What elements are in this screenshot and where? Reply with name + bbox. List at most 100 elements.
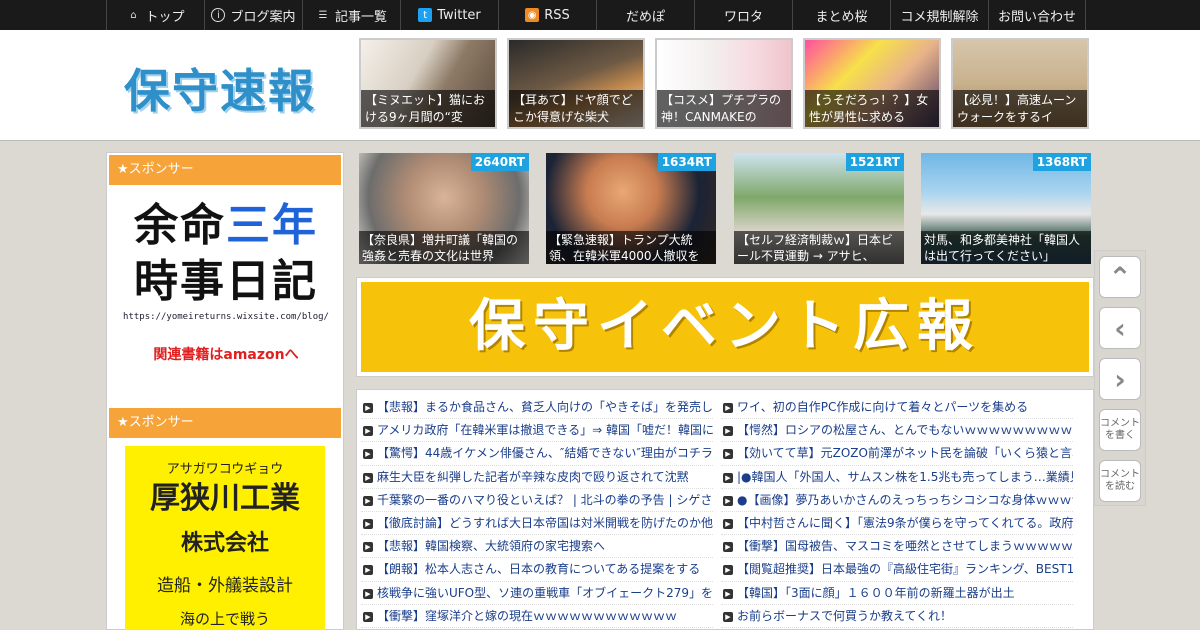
list-item-text: 【効いてて草】元ZOZO前澤がネット民を論破「いくら猿と言わ (737, 446, 1073, 461)
nav-label: 記事一覧 (334, 9, 387, 25)
chevron-right-icon: › (1114, 362, 1126, 396)
event-banner[interactable]: 保守イベント広報 (356, 277, 1094, 377)
list-item-text: 【悲報】韓国検察、大統領府の家宅捜索へ (377, 539, 606, 554)
list-item[interactable]: ▶ 【朗報】松本人志さん、日本の教育についてある提案をする (361, 558, 713, 582)
play-icon: ▶ (363, 518, 373, 529)
list-item[interactable]: ▶ 【悲報】韓国検察、大統領府の家宅捜索へ (361, 535, 713, 559)
play-icon: ▶ (723, 611, 733, 622)
thumb-caption: 【うそだろっ！？】女性が男性に求める (805, 90, 939, 127)
list-item[interactable]: ▶ 【愕然】ロシアの松屋さん、とんでもないｗｗｗｗｗｗｗｗｗ (721, 419, 1073, 443)
write-comment-button[interactable]: コメントを書く (1099, 409, 1141, 451)
list-item-text: 【韓国】「3面に顔」１６００年前の新羅土器が出土 (737, 585, 1015, 600)
list-item[interactable]: ▶ アメリカ政府「在韓米軍は撤退できる」⇒ 韓国「嘘だ！韓国に (361, 419, 713, 443)
rt-count-badge: 1368RT (1032, 153, 1091, 171)
ad-text: 余命 (134, 200, 226, 251)
rt-count-badge: 1634RT (657, 153, 716, 171)
nav-label: ワロタ (723, 9, 763, 25)
list-item-text: ワイ、初の自作PC作成に向けて着々とパーツを集める (737, 400, 1029, 414)
header-thumb[interactable]: 【必見！】高速ムーンウォークをするイ (951, 38, 1089, 129)
play-icon: ▶ (363, 565, 373, 576)
nav-label: Twitter (437, 7, 481, 23)
list-item[interactable]: ▶ |●韓国人「外国人、サムスン株を1.5兆も売ってしまう…業績見 (721, 466, 1073, 489)
nav-article-list[interactable]: ☰ 記事一覧 (302, 0, 400, 30)
list-item-text: 【中村哲さんに聞く】「憲法9条が僕らを守ってくれてる。政府 (737, 515, 1073, 530)
list-item-text: アメリカ政府「在韓米軍は撤退できる」⇒ 韓国「嘘だ！韓国に (377, 423, 713, 438)
nav-contact[interactable]: お問い合わせ (988, 0, 1086, 30)
play-icon: ▶ (363, 449, 373, 460)
nav-warota[interactable]: ワロタ (694, 0, 792, 30)
nav-comment-unblock[interactable]: コメ規制解除 (890, 0, 988, 30)
nav-rss[interactable]: ◉ RSS (498, 0, 596, 30)
list-item-text: ●【画像】夢乃あいかさんのえっちっちシコシコな身体ｗｗｗｗ (737, 492, 1073, 507)
list-item[interactable]: ▶ 【衝撃】国母被告、マスコミを唖然とさせてしまうｗｗｗｗｗｗ (721, 535, 1073, 559)
chevron-up-icon: ⌃ (1108, 260, 1132, 294)
play-icon: ▶ (723, 542, 733, 553)
read-comments-button[interactable]: コメントを読む (1099, 460, 1141, 502)
nav-top[interactable]: ⌂ トップ (106, 0, 204, 30)
list-item[interactable]: ▶ 【徹底討論】どうすれば大日本帝国は対米開戦を防げたのか他 (361, 512, 713, 536)
ad-company-type: 株式会社 (180, 531, 269, 556)
sponsor-heading: ★スポンサー (109, 155, 341, 185)
nav-damepo[interactable]: だめぽ (596, 0, 694, 30)
sponsor-ad-asagawa[interactable]: アサガワコウギョウ 厚狭川工業 株式会社 造船・外艤装設計 海の上で戦う (125, 446, 325, 630)
header-thumb[interactable]: 【ミヌエット】猫における9ヶ月間の“変 (359, 38, 497, 129)
rss-icon: ◉ (525, 8, 540, 22)
site-logo[interactable]: 保守速報 (124, 55, 316, 121)
ranking-caption: 【奈良県】増井町議「韓国の強姦と売春の文化は世界 (359, 231, 529, 264)
ranking-caption: 【緊急速報】トランプ大統領、在韓米軍4000人撤収を (546, 231, 716, 264)
ad-slogan: 海の上で戦う (179, 610, 270, 628)
list-item[interactable]: ▶ 核戦争に強いUFO型、ソ連の重戦車「オブイェークト279」を公 (361, 582, 713, 605)
ad-title-line1: 余命三年 (115, 198, 337, 254)
play-icon: ▶ (723, 449, 733, 460)
list-item[interactable]: ▶ 【悲報】まるか食品さん、貧乏人向けの「やきそば」を発売し (361, 396, 713, 420)
play-icon: ▶ (723, 426, 733, 437)
list-item[interactable]: ▶ 【中村哲さんに聞く】「憲法9条が僕らを守ってくれてる。政府 (721, 512, 1073, 536)
list-item[interactable]: ▶ 麻生大臣を糾弾した記者が辛辣な皮肉で殴り返されて沈黙 (361, 466, 713, 489)
list-item-text: 【愕然】ロシアの松屋さん、とんでもないｗｗｗｗｗｗｗｗｗ (737, 423, 1073, 438)
ranking-item[interactable]: 1368RT 対馬、和多都美神社「韓国人は出て行ってください」 (921, 153, 1091, 264)
list-item-text: 【悲報】まるか食品さん、貧乏人向けの「やきそば」を発売し (377, 400, 713, 414)
play-icon: ▶ (723, 472, 733, 483)
list-item-text: |●韓国人「外国人、サムスン株を1.5兆も売ってしまう…業績見 (737, 469, 1073, 484)
next-article-button[interactable]: › (1099, 358, 1141, 400)
list-item-text: 【徹底討論】どうすれば大日本帝国は対米開戦を防げたのか他 (377, 515, 713, 530)
list-item[interactable]: ▶ 【衝撃】窪塚洋介と嫁の現在ｗｗｗｗｗｗｗｗｗｗｗｗ (361, 605, 713, 628)
news-column-right: ▶ ワイ、初の自作PC作成に向けて着々とパーツを集める ▶ 【愕然】ロシアの松屋さん… (721, 396, 1073, 628)
list-item[interactable]: ▶ ワイ、初の自作PC作成に向けて着々とパーツを集める (721, 396, 1073, 420)
nav-matome-sakura[interactable]: まとめ桜 (792, 0, 890, 30)
nav-label: まとめ桜 (815, 9, 868, 25)
scroll-top-button[interactable]: ⌃ (1099, 256, 1141, 298)
list-item-text: 【衝撃】国母被告、マスコミを唖然とさせてしまうｗｗｗｗｗｗ (737, 539, 1073, 554)
nav-twitter[interactable]: t Twitter (400, 0, 498, 30)
list-item-text: 【閲覧超推奨】日本最強の『高級住宅街』ランキング、BEST1 (737, 562, 1073, 577)
ranking-item[interactable]: 1634RT 【緊急速報】トランプ大統領、在韓米軍4000人撤収を (546, 153, 716, 264)
header-thumb[interactable]: 【うそだろっ！？】女性が男性に求める (803, 38, 941, 129)
nav-blog-guide[interactable]: i ブログ案内 (204, 0, 302, 30)
ad-company-name: 厚狭川工業 (150, 481, 300, 516)
list-item[interactable]: ▶ 千葉繁の一番のハマり役といえば？ | 北斗の拳の予告 | シゲさん (361, 489, 713, 512)
sponsor-ad-yomei[interactable]: 余命三年 時事日記 https://yomeireturns.wixsite.c… (115, 198, 337, 383)
list-item[interactable]: ▶ お前らボーナスで何買うか教えてくれ！ (721, 605, 1073, 628)
list-item[interactable]: ▶ 【閲覧超推奨】日本最強の『高級住宅街』ランキング、BEST1 (721, 558, 1073, 582)
ad-amazon-link[interactable]: 関連書籍はamazonへ (115, 344, 337, 364)
play-icon: ▶ (363, 495, 373, 506)
ranking-item[interactable]: 2640RT 【奈良県】増井町議「韓国の強姦と売春の文化は世界 (359, 153, 529, 264)
nav-label: トップ (145, 9, 185, 25)
list-item[interactable]: ▶ 【韓国】「3面に顔」１６００年前の新羅土器が出土 (721, 582, 1073, 605)
ranking-caption: 対馬、和多都美神社「韓国人は出て行ってください」 (921, 231, 1091, 264)
ranking-item[interactable]: 1521RT 【セルフ経済制裁ｗ】日本ビール不買運動 → アサヒ、 (734, 153, 904, 264)
play-icon: ▶ (723, 403, 733, 413)
previous-article-button[interactable]: ‹ (1099, 307, 1141, 349)
top-nav: ⌂ トップ i ブログ案内 ☰ 記事一覧 t Twitter ◉ RSS だめぽ ワロタ … (0, 0, 1200, 30)
event-banner-text: 保守イベント広報 (361, 282, 1089, 372)
ranking-caption: 【セルフ経済制裁ｗ】日本ビール不買運動 → アサヒ、 (734, 231, 904, 264)
news-list: ▶ 【悲報】まるか食品さん、貧乏人向けの「やきそば」を発売し ▶ アメリカ政府「在韓… (356, 389, 1094, 630)
play-icon: ▶ (723, 565, 733, 576)
list-item[interactable]: ▶ 【効いてて草】元ZOZO前澤がネット民を論破「いくら猿と言わ (721, 442, 1073, 466)
play-icon: ▶ (363, 542, 373, 553)
header-thumb[interactable]: 【コスメ】プチプラの神！CANMAKEの (655, 38, 793, 129)
list-item[interactable]: ▶ ●【画像】夢乃あいかさんのえっちっちシコシコな身体ｗｗｗｗ (721, 489, 1073, 512)
floating-toolbar: ⌃ ‹ › コメントを書く コメントを読む (1094, 250, 1146, 506)
header-thumb[interactable]: 【耳あて】ドヤ顔でどこか得意げな柴犬 (507, 38, 645, 129)
list-item[interactable]: ▶ 【驚愕】44歳イケメン俳優さん、″結婚できない″理由がコチラ (361, 442, 713, 466)
